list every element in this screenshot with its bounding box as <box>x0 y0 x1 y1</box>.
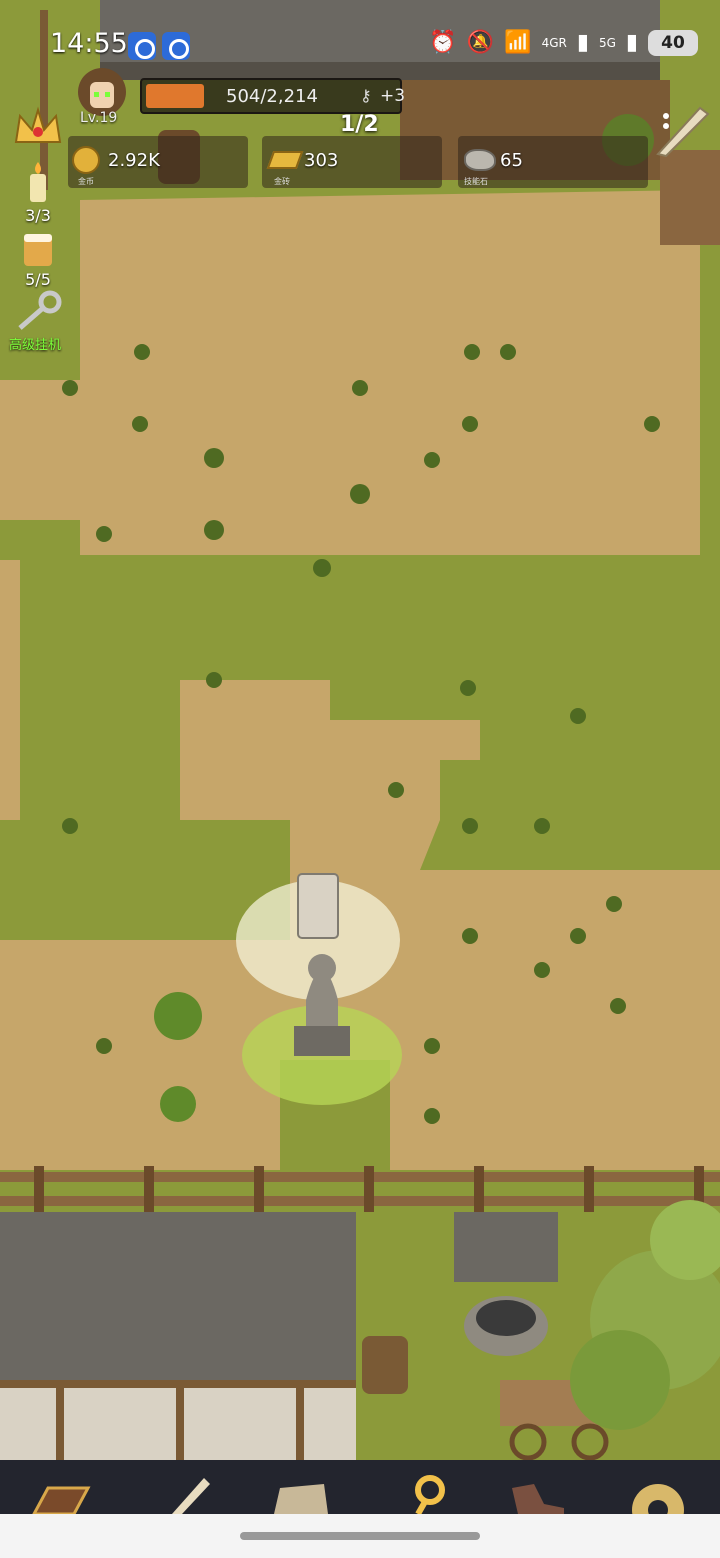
boot-icon <box>512 1484 564 1514</box>
beer-count: 5/5 <box>25 270 51 289</box>
gold-brick-icon <box>266 151 304 169</box>
app-notification-icon <box>128 32 156 60</box>
signal-bars-icon: ▮ <box>576 30 589 55</box>
app-notification-icon <box>162 32 190 60</box>
signal-bars-icon: ▮ <box>625 30 638 55</box>
candle-count: 3/3 <box>25 206 51 225</box>
xp-bar-fill <box>146 84 204 108</box>
beer-button[interactable]: 5/5 <box>10 232 66 289</box>
afk-label: 高级挂机 <box>8 338 61 353</box>
afk-button[interactable]: 高级挂机 <box>9 290 66 353</box>
skill-stone-caption: 技能石 <box>464 177 488 186</box>
crown-icon <box>14 106 62 143</box>
beer-mug-icon <box>24 234 52 266</box>
book-icon <box>32 1486 91 1514</box>
gold-coin-caption: 金币 <box>78 177 94 186</box>
xp-bar: 504/2,214 ⚷ +3 <box>140 78 406 114</box>
quill-icon <box>172 1478 210 1514</box>
player-level: Lv.19 <box>80 110 118 126</box>
quill-menu-button[interactable] <box>652 100 712 160</box>
gear-icon <box>632 1484 684 1514</box>
system-home-bar <box>0 1514 720 1558</box>
cellular-signal-label: 5G <box>598 36 616 50</box>
quill-icon <box>656 106 710 158</box>
xp-text: 504/2,214 <box>226 86 318 107</box>
candle-button[interactable]: 3/3 <box>10 160 66 225</box>
nav-map-button[interactable] <box>266 1474 336 1514</box>
cellular-signal-label: 4GR <box>541 36 567 50</box>
gold-coin-value: 2.92K <box>108 150 160 171</box>
key-icon: ⚷ <box>360 86 372 105</box>
golden-key-icon <box>415 1475 445 1514</box>
nav-quill-button[interactable] <box>152 1474 222 1514</box>
mute-bell-icon: 🔕 <box>466 30 495 55</box>
nav-boot-button[interactable] <box>504 1474 574 1514</box>
nav-book-button[interactable] <box>26 1474 96 1514</box>
alarm-icon: ⏰ <box>429 30 457 55</box>
bottom-nav <box>0 1460 720 1514</box>
map-scroll-icon <box>274 1484 328 1514</box>
nav-settings-button[interactable] <box>622 1474 692 1514</box>
skill-stone-value: 65 <box>500 150 523 171</box>
gold-coin-icon <box>72 146 100 174</box>
battery-indicator: 40 <box>648 30 698 56</box>
gold-brick-caption: 金砖 <box>274 177 290 186</box>
resource-gold-coin[interactable]: 2.92K 金币 <box>68 136 248 188</box>
resource-gold-brick[interactable]: 303 金砖 <box>262 136 442 188</box>
crown-button[interactable] <box>10 102 66 158</box>
nav-key-button[interactable] <box>396 1474 466 1514</box>
page-count: 1/2 <box>340 112 379 137</box>
clock: 14:55 <box>50 28 128 59</box>
key-icon <box>18 290 62 330</box>
xp-bonus: +3 <box>380 86 406 106</box>
game-map[interactable] <box>0 0 720 1558</box>
skill-stone-icon <box>464 149 496 171</box>
gold-brick-value: 303 <box>304 150 339 171</box>
resource-skill-stone[interactable]: 65 技能石 <box>458 136 648 188</box>
candle-icon <box>30 162 46 202</box>
home-indicator[interactable] <box>240 1532 480 1540</box>
wifi-icon: 📶 <box>504 30 532 55</box>
